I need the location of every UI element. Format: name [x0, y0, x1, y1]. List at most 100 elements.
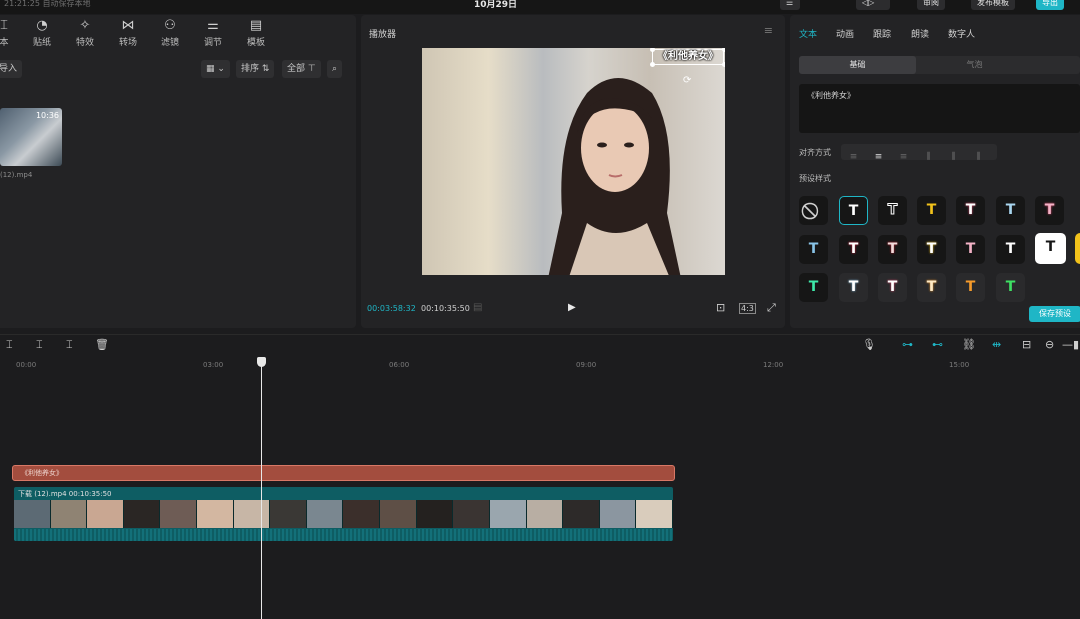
tool-text[interactable]: ⌶ 本	[0, 17, 24, 48]
media-panel: ⌶ 本 ◔ 贴纸 ✧ 特效 ⋈ 转场 ⚇ 滤镜 ⚌ 调节 ▤ 模板 导入 ▦ ⌄…	[0, 15, 356, 328]
align-vertical-center-icon[interactable]: ⫼	[941, 149, 966, 165]
align-center-icon[interactable]: ≡	[866, 149, 891, 165]
export-button[interactable]: 导出	[1036, 0, 1064, 10]
tool-template[interactable]: ▤ 模板	[236, 17, 276, 48]
save-preset-button[interactable]: 保存预设	[1029, 306, 1080, 322]
preset-style[interactable]: T	[878, 196, 907, 225]
publish-template-button[interactable]: 发布模板	[971, 0, 1015, 10]
tool-adjust[interactable]: ⚌ 调节	[193, 17, 233, 48]
tab-read-aloud[interactable]: 朗读	[911, 27, 929, 40]
menu-icon[interactable]: ≡	[764, 24, 773, 37]
text-mode-segment: 基础 气泡	[799, 56, 1080, 74]
tab-digital-human[interactable]: 数字人	[948, 27, 975, 40]
aspect-ratio-button[interactable]: 4:3	[739, 303, 756, 314]
caption-icon[interactable]: ⊟	[1022, 338, 1031, 351]
ruler-tick: 03:00	[203, 361, 224, 369]
audio-waveform	[14, 529, 673, 541]
layout-icon[interactable]: ☰	[780, 0, 800, 10]
preset-style[interactable]: T	[996, 273, 1025, 302]
current-time: 00:03:58:32	[367, 304, 416, 313]
resize-handle[interactable]	[722, 48, 725, 52]
media-thumbnail[interactable]: 10:36	[0, 108, 62, 166]
zoom-out-icon[interactable]: ⊖	[1045, 338, 1054, 351]
preset-style[interactable]: T	[1035, 233, 1066, 264]
expand-icon[interactable]: ⤢	[767, 301, 776, 315]
timeline-ruler[interactable]: 00:00 03:00 06:00 09:00 12:00 15:00	[0, 357, 1080, 371]
preset-style[interactable]: T	[917, 235, 946, 264]
preset-style[interactable]: T	[917, 273, 946, 302]
text-clip[interactable]: 《利他养女》	[12, 465, 675, 481]
tool-label: 转场	[118, 38, 137, 48]
preset-style[interactable]: T	[996, 235, 1025, 264]
preset-style[interactable]	[1075, 233, 1080, 264]
segment-basic[interactable]: 基础	[799, 56, 916, 74]
preset-style[interactable]: T	[917, 196, 946, 225]
tab-text[interactable]: 文本	[799, 27, 817, 40]
delete-icon[interactable]: 🗑	[95, 338, 109, 351]
play-icon[interactable]: ▶	[568, 302, 576, 313]
tab-animation[interactable]: 动画	[836, 27, 854, 40]
rotate-icon[interactable]: ⟳	[683, 75, 691, 86]
align-vertical-bottom-icon[interactable]: ⫼	[966, 149, 991, 165]
effects-icon: ✧	[79, 18, 91, 33]
align-right-icon[interactable]: ≡	[891, 149, 916, 165]
link-icon[interactable]: ⛓	[962, 338, 976, 351]
clip-duration: 10:36	[35, 111, 59, 120]
tool-label: 滤镜	[160, 38, 179, 48]
text-overlay[interactable]: 《利他养女》	[652, 49, 724, 65]
preset-style[interactable]: T	[956, 273, 985, 302]
search-button[interactable]: ⌕	[327, 60, 343, 78]
preset-style[interactable]: T	[839, 273, 868, 302]
tool-filter[interactable]: ⚇ 滤镜	[150, 17, 190, 48]
select-icon[interactable]: ⌶	[6, 338, 13, 352]
align-left-icon[interactable]: ≡	[841, 149, 866, 165]
tool-label: 本	[0, 38, 9, 48]
text-input[interactable]: 《利他养女》	[799, 84, 1080, 133]
preset-style[interactable]: T	[996, 196, 1025, 225]
ruler-tick: 00:00	[16, 361, 37, 369]
preset-style[interactable]: T	[956, 196, 985, 225]
project-title: 10月29日	[474, 0, 518, 10]
video-clip[interactable]: 下载 (12).mp4 00:10:35:50	[14, 487, 673, 541]
tool-effects[interactable]: ✧ 特效	[65, 17, 105, 48]
import-button[interactable]: 导入	[0, 60, 23, 78]
zoom-slider-icon[interactable]: —▮	[1062, 338, 1079, 351]
shortcut-button[interactable]: ◁▷	[856, 0, 890, 10]
preview-axis-icon[interactable]: ⇹	[992, 338, 1001, 351]
preset-style[interactable]: T	[878, 235, 907, 264]
tool-transition[interactable]: ⋈ 转场	[108, 17, 148, 48]
segment-bubble[interactable]: 气泡	[916, 56, 1033, 74]
preset-style[interactable]: T	[799, 235, 828, 264]
preset-style[interactable]: T	[956, 235, 985, 264]
sort-button[interactable]: 排序 ⇅	[236, 60, 275, 78]
waveform-icon[interactable]: ▤	[473, 302, 482, 313]
preset-style[interactable]: T	[1035, 196, 1064, 225]
tool-label: 贴纸	[32, 38, 51, 48]
view-mode-button[interactable]: ▦ ⌄	[201, 60, 230, 78]
preset-style[interactable]: T	[839, 196, 868, 225]
main-track-magnet-icon[interactable]: ⊶	[902, 338, 913, 351]
resize-handle[interactable]	[650, 62, 655, 67]
sort-label: 排序	[241, 64, 260, 74]
align-vertical-top-icon[interactable]: ⫼	[916, 149, 941, 165]
fullscreen-crop-icon[interactable]: ⊡	[716, 301, 725, 314]
preset-style[interactable]: T	[878, 273, 907, 302]
preset-style[interactable]: T	[839, 235, 868, 264]
resize-handle[interactable]	[722, 62, 725, 67]
autosave-status: 21:21:25 自动保存本地	[4, 0, 91, 8]
split-left-icon[interactable]: ⌶	[36, 338, 43, 352]
video-preview[interactable]: 《利他养女》 ⟳	[422, 48, 725, 275]
tool-sticker[interactable]: ◔ 贴纸	[22, 17, 62, 48]
clip-filename: (12).mp4	[0, 171, 33, 179]
playhead-line[interactable]	[261, 357, 262, 619]
no-style-icon[interactable]: ⃠	[799, 196, 828, 225]
split-right-icon[interactable]: ⌶	[66, 338, 73, 352]
preset-style[interactable]: T	[799, 273, 828, 302]
video-frames	[14, 500, 673, 528]
auto-snap-icon[interactable]: ⊷	[932, 338, 943, 351]
review-button[interactable]: 审阅	[917, 0, 945, 10]
microphone-icon[interactable]: 🎙	[862, 338, 876, 351]
filter-all-button[interactable]: 全部 ⊤	[282, 60, 321, 78]
tab-tracking[interactable]: 跟踪	[873, 27, 891, 40]
search-icon: ⌕	[332, 64, 338, 74]
